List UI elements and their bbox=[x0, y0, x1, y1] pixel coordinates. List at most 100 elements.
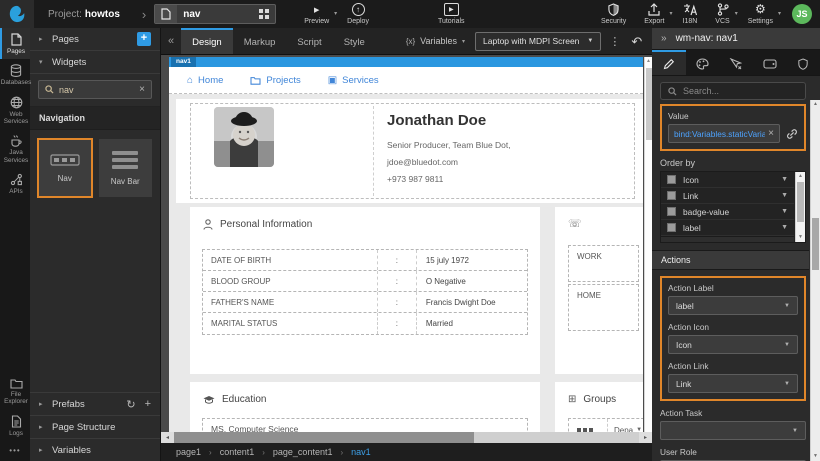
nav-widget-tag[interactable]: nav1 bbox=[171, 57, 196, 67]
deploy-button[interactable]: ↑ Deploy bbox=[347, 3, 369, 25]
order-by-scrollbar[interactable]: ▲ ▼ bbox=[795, 172, 805, 242]
tab-style[interactable]: Style bbox=[333, 28, 376, 54]
widget-tile-nav[interactable]: Nav bbox=[38, 139, 92, 197]
user-avatar[interactable]: JS bbox=[792, 4, 812, 24]
chevron-down-icon[interactable]: ▾ bbox=[735, 10, 738, 17]
chevron-down-icon[interactable]: ▼ bbox=[781, 224, 788, 231]
sidebar-item-logs[interactable]: Logs bbox=[0, 410, 30, 441]
settings-button[interactable]: ⚙ Settings ▾ bbox=[748, 3, 773, 25]
widget-search-input[interactable] bbox=[59, 85, 134, 95]
scroll-up-icon[interactable]: ▲ bbox=[645, 57, 652, 66]
scroll-left-icon[interactable]: ◂ bbox=[161, 432, 174, 443]
vcs-button[interactable]: VCS ▾ bbox=[715, 3, 729, 25]
widget-tile-nav-bar[interactable]: Nav Bar bbox=[99, 139, 153, 197]
tab-script[interactable]: Script bbox=[286, 28, 332, 54]
checkbox[interactable] bbox=[667, 207, 676, 216]
action-task-select[interactable]: ▼ bbox=[660, 421, 806, 440]
breadcrumb-item[interactable]: content1 bbox=[220, 447, 255, 457]
chevron-down-icon[interactable]: ▾ bbox=[778, 10, 781, 17]
more-menu-button[interactable]: ••• bbox=[0, 441, 30, 461]
security-button[interactable]: Security bbox=[601, 3, 626, 25]
value-binding-input-wrap[interactable]: × bbox=[668, 124, 780, 143]
undo-button[interactable]: ↶ bbox=[631, 35, 642, 48]
refresh-icon[interactable]: ↻ bbox=[126, 398, 135, 411]
table-row[interactable]: FATHER'S NAME : Francis Dwight Doe bbox=[203, 292, 527, 313]
chevron-down-icon[interactable]: ▼ bbox=[781, 176, 788, 183]
sidebar-item-pages[interactable]: Pages bbox=[0, 28, 30, 59]
properties-search-input[interactable] bbox=[683, 86, 798, 96]
canvas-vertical-scrollbar[interactable]: ▲ bbox=[644, 57, 652, 432]
properties-search[interactable] bbox=[660, 82, 806, 100]
export-button[interactable]: Export ▾ bbox=[644, 3, 664, 25]
clear-search-icon[interactable]: × bbox=[139, 84, 145, 95]
widget-search[interactable]: × bbox=[38, 80, 152, 99]
sidebar-item-java-services[interactable]: Java Services bbox=[0, 129, 30, 168]
variables-dropdown[interactable]: {x} Variables ▾ bbox=[406, 36, 465, 46]
tab-design[interactable]: Design bbox=[181, 28, 233, 54]
page-name-input[interactable] bbox=[177, 9, 259, 20]
tab-markup[interactable]: Markup bbox=[233, 28, 287, 54]
action-label-select[interactable]: label ▼ bbox=[668, 296, 798, 315]
breadcrumb-item-current[interactable]: nav1 bbox=[351, 447, 371, 457]
scroll-right-icon[interactable]: ▸ bbox=[639, 432, 652, 443]
bind-link-icon[interactable] bbox=[786, 128, 798, 140]
breadcrumb-item[interactable]: page1 bbox=[176, 447, 201, 457]
collapse-right-panel-button[interactable]: » bbox=[661, 33, 667, 44]
page-structure-section-header[interactable]: ▸ Page Structure bbox=[30, 415, 160, 438]
clear-value-icon[interactable]: × bbox=[768, 128, 774, 139]
sidebar-item-databases[interactable]: Databases bbox=[0, 59, 30, 90]
tab-properties[interactable] bbox=[652, 50, 686, 75]
widgets-section-header[interactable]: ▾ Widgets bbox=[30, 51, 160, 74]
sidebar-item-file-explorer[interactable]: File Explorer bbox=[0, 373, 30, 410]
add-prefab-icon[interactable]: + bbox=[145, 398, 151, 411]
nav-link-home[interactable]: ⌂ Home bbox=[187, 75, 223, 86]
action-link-select[interactable]: Link ▼ bbox=[668, 374, 798, 393]
checkbox[interactable] bbox=[667, 223, 676, 232]
prefabs-section-header[interactable]: ▸ Prefabs ↻ + bbox=[30, 392, 160, 415]
chevron-down-icon[interactable]: ▾ bbox=[669, 10, 672, 17]
scrollbar-thumb[interactable] bbox=[797, 182, 804, 222]
education-row[interactable]: MS, Computer Science bbox=[202, 418, 528, 432]
scrollbar-thumb[interactable] bbox=[174, 432, 474, 443]
scroll-down-icon[interactable]: ▼ bbox=[796, 233, 805, 242]
scroll-up-icon[interactable]: ▲ bbox=[796, 172, 805, 181]
nav-widget-selection-bar[interactable]: nav1 bbox=[169, 57, 643, 67]
checkbox[interactable] bbox=[667, 191, 676, 200]
personal-info-table[interactable]: DATE OF BIRTH : 15 july 1972 BLOOD GROUP… bbox=[202, 249, 528, 335]
value-binding-input[interactable] bbox=[674, 129, 765, 139]
chevron-down-icon[interactable]: ▼ bbox=[781, 192, 788, 199]
design-canvas-page[interactable]: nav1 ⌂ Home Projects ▣ Ser bbox=[169, 57, 643, 432]
tab-device[interactable] bbox=[753, 50, 787, 75]
table-row[interactable]: BLOOD GROUP : O Negative bbox=[203, 271, 527, 292]
contact-cell-home[interactable]: HOME bbox=[568, 284, 639, 331]
more-options-icon[interactable]: ⋮ bbox=[609, 35, 620, 48]
table-row[interactable]: MARITAL STATUS : Married bbox=[203, 313, 527, 334]
tab-security[interactable] bbox=[786, 50, 820, 75]
order-by-item-label-item[interactable]: label ▼ bbox=[661, 220, 794, 236]
order-by-item-link[interactable]: Link ▼ bbox=[661, 188, 794, 204]
chevron-down-icon[interactable]: ▼ bbox=[781, 208, 788, 215]
variables-section-header[interactable]: ▸ Variables bbox=[30, 438, 160, 461]
profile-card[interactable]: Jonathan Doe Senior Producer, Team Blue … bbox=[190, 103, 635, 199]
canvas-horizontal-scrollbar[interactable]: ◂ ▸ bbox=[161, 432, 652, 443]
grid-icon[interactable] bbox=[259, 9, 275, 19]
scroll-down-icon[interactable]: ▼ bbox=[811, 452, 820, 461]
sidebar-item-web-services[interactable]: Web Services bbox=[0, 91, 30, 130]
preview-button[interactable]: ▶ Preview ▾ bbox=[304, 3, 329, 25]
nav-link-projects[interactable]: Projects bbox=[250, 75, 300, 86]
tab-events[interactable] bbox=[719, 50, 753, 75]
chevron-down-icon[interactable]: ▾ bbox=[334, 10, 337, 17]
breadcrumb-item[interactable]: page_content1 bbox=[273, 447, 333, 457]
contact-cell-work[interactable]: WORK bbox=[568, 245, 639, 282]
wavemaker-logo[interactable] bbox=[0, 0, 34, 28]
properties-panel-scrollbar[interactable]: ▲ ▼ bbox=[810, 100, 820, 461]
order-by-item-icon[interactable]: Icon ▼ bbox=[661, 172, 794, 188]
table-row[interactable]: DATE OF BIRTH : 15 july 1972 bbox=[203, 250, 527, 271]
device-select[interactable]: Laptop with MDPI Screen ▼ bbox=[475, 32, 601, 51]
pages-section-header[interactable]: ▸ Pages + bbox=[30, 28, 160, 51]
order-by-item-badge-value[interactable]: badge-value ▼ bbox=[661, 204, 794, 220]
action-icon-select[interactable]: Icon ▼ bbox=[668, 335, 798, 354]
tab-styles[interactable] bbox=[686, 50, 720, 75]
sidebar-item-apis[interactable]: APIs bbox=[0, 168, 30, 199]
collapse-left-panel-button[interactable]: « bbox=[161, 35, 181, 47]
